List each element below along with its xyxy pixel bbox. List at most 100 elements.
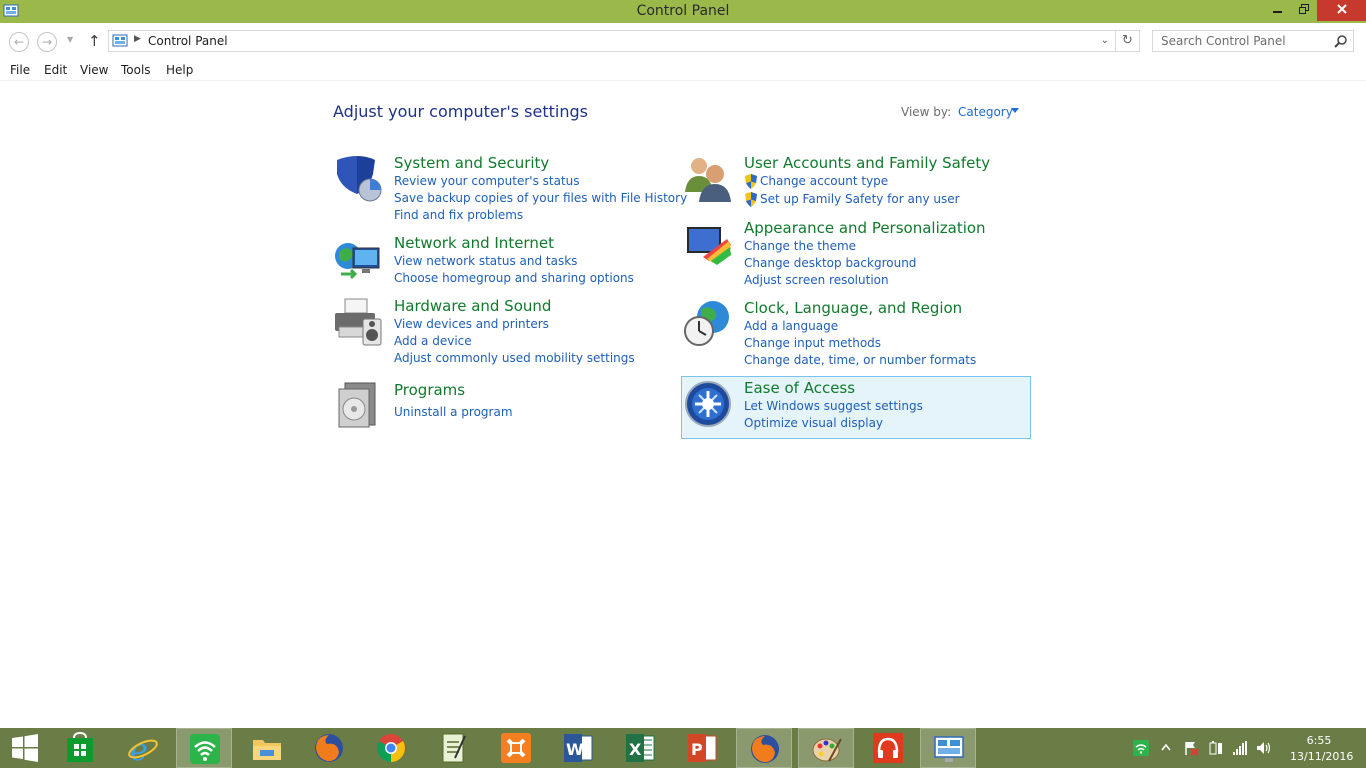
link-optimize-display[interactable]: Optimize visual display [744,416,883,430]
back-button[interactable]: ← [9,32,29,52]
category-title[interactable]: Ease of Access [744,379,855,397]
taskbar-powerpoint[interactable]: P [674,728,730,768]
refresh-button[interactable]: ↻ [1116,30,1140,52]
taskbar-chrome[interactable] [363,728,419,768]
firefox-icon [751,735,779,763]
category-title[interactable]: Programs [394,381,465,399]
taskbar-firefox-2[interactable] [736,728,792,768]
restore-button[interactable] [1290,0,1318,21]
close-button[interactable] [1317,0,1366,21]
link-homegroup[interactable]: Choose homegroup and sharing options [394,271,634,285]
back-arrow-icon: ← [13,35,25,49]
link-desktop-background[interactable]: Change desktop background [744,256,916,270]
store-icon [67,732,93,762]
network-internet-icon[interactable] [333,234,383,284]
address-bar[interactable]: ▶ Control Panel ⌄ [108,30,1116,52]
breadcrumb-control-panel[interactable]: Control Panel [148,34,228,48]
link-suggest-settings[interactable]: Let Windows suggest settings [744,399,923,413]
taskbar-file-explorer[interactable] [239,728,295,768]
taskbar-music[interactable] [860,728,916,768]
category-title[interactable]: Appearance and Personalization [744,219,986,237]
excel-icon: X [626,734,655,762]
link-add-language[interactable]: Add a language [744,319,838,333]
menu-file[interactable]: File [10,63,30,77]
minimize-icon [1273,11,1282,13]
address-dropdown-icon[interactable]: ⌄ [1101,35,1109,46]
up-button[interactable]: ↑ [88,32,101,50]
taskbar-notepad[interactable] [425,728,481,768]
clock-language-icon[interactable] [683,299,733,349]
link-screen-resolution[interactable]: Adjust screen resolution [744,273,889,287]
link-network-status[interactable]: View network status and tasks [394,254,577,268]
link-input-methods[interactable]: Change input methods [744,336,881,350]
menu-help[interactable]: Help [166,63,193,77]
taskbar-wifi-app[interactable] [176,728,232,768]
menu-edit[interactable]: Edit [44,63,67,77]
link-review-status[interactable]: Review your computer's status [394,174,580,188]
up-arrow-icon: ↑ [88,32,101,50]
search-icon [1334,35,1347,48]
view-by-dropdown[interactable]: Category [958,105,1013,119]
link-date-time-formats[interactable]: Change date, time, or number formats [744,353,976,367]
link-mobility-settings[interactable]: Adjust commonly used mobility settings [394,351,635,365]
signal-strength-icon[interactable] [1232,740,1248,756]
category-title[interactable]: Network and Internet [394,234,554,252]
taskbar-paint[interactable] [798,728,854,768]
clock-time: 6:55 [1306,734,1332,747]
minimize-button[interactable] [1264,0,1292,21]
taskbar-firefox[interactable] [301,728,357,768]
category-title[interactable]: System and Security [394,154,549,172]
hardware-sound-icon[interactable] [333,297,383,347]
chrome-icon [377,734,405,762]
link-file-history[interactable]: Save backup copies of your files with Fi… [394,191,687,205]
volume-icon[interactable] [1256,740,1272,756]
taskbar-word[interactable]: W [550,728,606,768]
window-title: Control Panel [636,3,730,19]
link-change-theme[interactable]: Change the theme [744,239,856,253]
user-accounts-icon[interactable] [683,154,733,204]
show-hidden-icons-icon[interactable] [1161,743,1171,751]
taskbar-excel[interactable]: X [612,728,668,768]
menu-view[interactable]: View [80,63,108,77]
link-devices-printers[interactable]: View devices and printers [394,317,549,331]
category-title[interactable]: User Accounts and Family Safety [744,154,990,172]
forward-arrow-icon: → [41,35,53,49]
breadcrumb-chevron-icon[interactable]: ▶ [134,34,141,44]
category-title[interactable]: Hardware and Sound [394,297,551,315]
link-add-device[interactable]: Add a device [394,334,472,348]
svg-text:W: W [566,740,584,759]
navigation-bar: ← → ▼ ↑ ▶ Control Panel ⌄ ↻ Search Contr… [0,23,1366,60]
ease-of-access-icon[interactable] [683,379,733,429]
link-change-account-type[interactable]: Change account type [760,174,888,188]
powerpoint-icon: P [688,734,717,762]
word-icon: W [564,734,593,762]
forward-button[interactable]: → [37,32,57,52]
view-by-dropdown-arrow-icon[interactable] [1011,108,1019,113]
system-security-icon[interactable] [333,154,383,204]
taskbar-store[interactable] [52,728,108,768]
xampp-icon [501,733,531,763]
wifi-app-icon [190,734,220,764]
link-family-safety[interactable]: Set up Family Safety for any user [760,192,960,206]
link-uninstall-program[interactable]: Uninstall a program [394,405,513,419]
link-find-fix-problems[interactable]: Find and fix problems [394,208,523,222]
recent-locations-dropdown[interactable]: ▼ [67,35,73,44]
page-title: Adjust your computer's settings [333,102,588,121]
action-center-flag-icon[interactable] [1183,740,1199,756]
taskbar-internet-explorer[interactable]: e [115,728,171,768]
wifi-tray-icon[interactable] [1133,740,1149,756]
category-title[interactable]: Clock, Language, and Region [744,299,962,317]
programs-icon[interactable] [333,381,383,431]
menu-tools[interactable]: Tools [121,63,151,77]
start-icon [12,734,38,762]
battery-icon[interactable] [1208,740,1224,756]
search-input[interactable]: Search Control Panel [1152,30,1354,52]
search-placeholder: Search Control Panel [1161,34,1286,48]
firefox-icon [315,734,343,762]
start-button[interactable] [0,728,56,768]
restore-icon [1299,4,1309,14]
taskbar-clock[interactable]: 6:55 13/11/2016 [1290,733,1353,765]
taskbar-control-panel[interactable] [920,728,976,768]
taskbar-xampp[interactable] [488,728,544,768]
appearance-icon[interactable] [683,219,733,269]
